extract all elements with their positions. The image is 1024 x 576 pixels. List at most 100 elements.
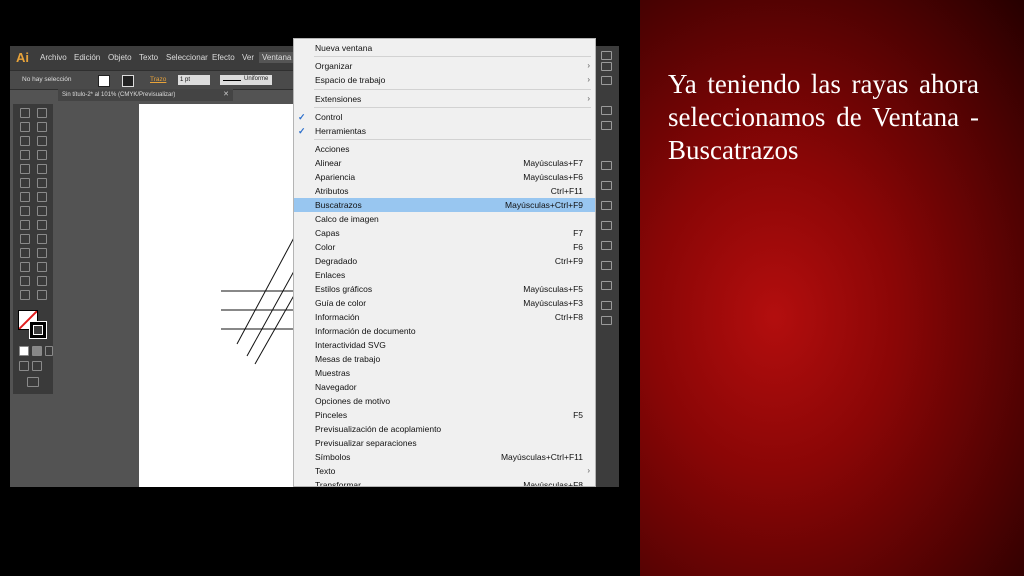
fill-color-picker[interactable] [98,75,110,87]
gradient-mode-icon[interactable] [32,346,42,356]
menu-item-color[interactable]: Color F6 [294,240,595,254]
hand-tool-icon[interactable] [20,290,30,300]
menu-item-acciones[interactable]: Acciones [294,142,595,156]
menu-item-enlaces[interactable]: Enlaces [294,268,595,282]
panel-transparency-icon[interactable] [601,201,612,210]
zoom-tool-icon[interactable] [37,290,47,300]
panel-align-icon[interactable] [601,261,612,270]
menu-item-simbolos[interactable]: Símbolos Mayúsculas+Ctrl+F11 [294,450,595,464]
panel-gradient-icon[interactable] [601,181,612,190]
menu-item-capas[interactable]: Capas F7 [294,226,595,240]
mesh-tool-icon[interactable] [20,234,30,244]
none-mode-icon[interactable] [45,346,53,356]
line-tool-icon[interactable] [20,150,30,160]
free-transform-tool-icon[interactable] [37,206,47,216]
shape-builder-tool-icon[interactable] [20,220,30,230]
menu-ver[interactable]: Ver [242,53,254,62]
slice-tool-icon[interactable] [37,276,47,286]
menu-item-opciones-de-motivo[interactable]: Opciones de motivo [294,394,595,408]
perspective-grid-tool-icon[interactable] [37,220,47,230]
stroke-swatch[interactable] [29,321,47,339]
menu-item-label: Extensiones [315,94,362,104]
panel-swatches-icon[interactable] [601,76,612,85]
panel-graphic-styles-icon[interactable] [601,241,612,250]
blob-brush-tool-icon[interactable] [20,178,30,188]
rectangle-tool-icon[interactable] [37,150,47,160]
stroke-weight-input[interactable]: 1 pt [178,75,210,85]
menu-item-espacio-de-trabajo[interactable]: Espacio de trabajo › [294,73,595,87]
menu-item-buscatrazos[interactable]: Buscatrazos Mayúsculas+Ctrl+F9 [294,198,595,212]
menu-item-degradado[interactable]: Degradado Ctrl+F9 [294,254,595,268]
menu-item-calco-de-imagen[interactable]: Calco de imagen [294,212,595,226]
rotate-tool-icon[interactable] [20,192,30,202]
menu-item-navegador[interactable]: Navegador [294,380,595,394]
menu-archivo[interactable]: Archivo [40,53,67,62]
graph-tool-icon[interactable] [37,262,47,272]
menu-item-guia-de-color[interactable]: Guía de color Mayúsculas+F3 [294,296,595,310]
menu-item-label: Pinceles [315,410,348,420]
eyedropper-tool-icon[interactable] [20,248,30,258]
panel-symbols-icon[interactable] [601,121,612,130]
menu-item-muestras[interactable]: Muestras [294,366,595,380]
panel-layers-icon[interactable] [601,301,612,310]
menu-efecto[interactable]: Efecto [212,53,235,62]
screen-mode-icon[interactable] [27,377,39,387]
menu-item-organizar[interactable]: Organizar › [294,59,595,73]
panel-color-icon[interactable] [601,62,612,71]
close-icon[interactable]: ✕ [223,89,229,101]
color-mode-icon[interactable] [19,346,29,356]
menu-item-informacion[interactable]: Información Ctrl+F8 [294,310,595,324]
menu-item-texto[interactable]: Texto › [294,464,595,478]
panel-appearance-icon[interactable] [601,221,612,230]
paintbrush-tool-icon[interactable] [20,164,30,174]
document-tab[interactable]: Sin título-2* al 101% (CMYK/Previsualiza… [58,89,233,101]
menu-item-transformar[interactable]: Transformar Mayúsculas+F8 [294,478,595,486]
selection-tool-icon[interactable] [20,108,30,118]
menu-item-previsualizar-separaciones[interactable]: Previsualizar separaciones [294,436,595,450]
gradient-tool-icon[interactable] [37,234,47,244]
menu-item-control[interactable]: ✓ Control [294,110,595,124]
menu-item-mesas-de-trabajo[interactable]: Mesas de trabajo [294,352,595,366]
width-tool-icon[interactable] [20,206,30,216]
menu-item-nueva-ventana[interactable]: Nueva ventana [294,41,595,55]
menu-seleccionar[interactable]: Seleccionar [166,53,208,62]
stroke-profile-select[interactable]: Uniforme [220,75,272,85]
menu-item-alinear[interactable]: Alinear Mayúsculas+F7 [294,156,595,170]
lasso-tool-icon[interactable] [37,122,47,132]
symbol-sprayer-tool-icon[interactable] [20,262,30,272]
panel-stroke-icon[interactable] [601,161,612,170]
menu-texto[interactable]: Texto [139,53,158,62]
draw-normal-icon[interactable] [19,361,29,371]
panel-brushes-icon[interactable] [601,106,612,115]
tools-panel [13,104,53,394]
type-tool-icon[interactable] [37,136,47,146]
panel-pathfinder-icon[interactable] [601,281,612,290]
stroke-label[interactable]: Trazo [150,76,166,83]
artboard-tool-icon[interactable] [20,276,30,286]
draw-behind-icon[interactable] [32,361,42,371]
pen-tool-icon[interactable] [20,136,30,146]
magic-wand-tool-icon[interactable] [20,122,30,132]
menu-objeto[interactable]: Objeto [108,53,132,62]
menu-item-herramientas[interactable]: ✓ Herramientas [294,124,595,138]
menu-item-pinceles[interactable]: Pinceles F5 [294,408,595,422]
menu-item-atributos[interactable]: Atributos Ctrl+F11 [294,184,595,198]
menu-item-label: Mesas de trabajo [315,354,381,364]
scale-tool-icon[interactable] [37,192,47,202]
menu-item-estilos-graficos[interactable]: Estilos gráficos Mayúsculas+F5 [294,282,595,296]
menu-item-informacion-de-documento[interactable]: Información de documento [294,324,595,338]
collapse-icon[interactable] [601,51,612,60]
pencil-tool-icon[interactable] [37,164,47,174]
panel-artboards-icon[interactable] [601,316,612,325]
artboard[interactable] [139,104,309,487]
menu-ventana[interactable]: Ventana [259,52,295,63]
blend-tool-icon[interactable] [37,248,47,258]
menu-item-extensiones[interactable]: Extensiones › [294,92,595,106]
direct-selection-tool-icon[interactable] [37,108,47,118]
menu-item-apariencia[interactable]: Apariencia Mayúsculas+F6 [294,170,595,184]
menu-edicion[interactable]: Edición [74,53,100,62]
menu-item-interactividad-svg[interactable]: Interactividad SVG [294,338,595,352]
stroke-color-picker[interactable] [122,75,134,87]
eraser-tool-icon[interactable] [37,178,47,188]
menu-item-previsualizacion-de-acoplamiento[interactable]: Previsualización de acoplamiento [294,422,595,436]
